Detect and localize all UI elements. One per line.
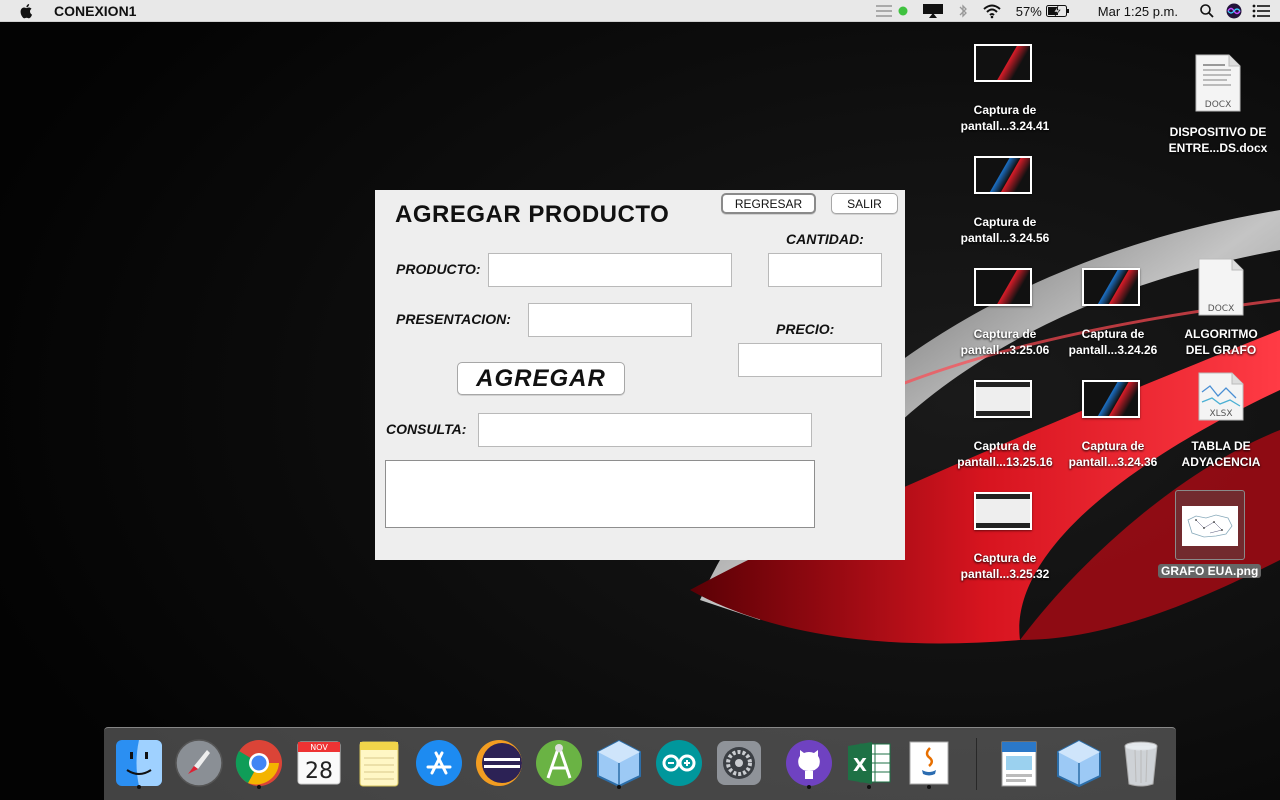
desktop-file-grafo-png[interactable] [1175,490,1245,560]
desktop-file-captura-3[interactable]: Captura de pantall...3.25.06 [951,264,1059,360]
dock: NOV 28 X [104,727,1176,800]
siri-icon[interactable] [1226,3,1242,19]
apple-menu-icon[interactable] [20,3,34,19]
xlsx-tag: XLSX [1209,409,1232,419]
presentacion-input[interactable] [528,303,692,337]
system-preferences-icon[interactable] [712,736,766,790]
precio-label: PRECIO: [776,321,835,337]
docx-tag: DOCX [1208,304,1234,314]
regresar-button[interactable]: REGRESAR [721,193,816,214]
xlsx-spreadsheet-icon: XLSX [1198,372,1244,421]
trash-icon[interactable] [1114,736,1168,790]
consulta-input[interactable] [478,413,812,447]
list-lines-icon[interactable] [875,4,892,18]
desktop-file-captura-5[interactable]: Captura de pantall...13.25.16 [951,376,1059,472]
desktop-file-captura-6[interactable]: Captura de pantall...3.24.36 [1059,376,1167,472]
battery-charging-icon[interactable] [1045,5,1070,17]
cantidad-input[interactable] [768,253,882,287]
png-image-thumbnail-icon [1182,506,1238,546]
resultado-textarea[interactable] [385,460,815,528]
running-indicator [617,785,621,789]
app-name-menu[interactable]: CONEXION1 [54,3,136,19]
preview-document-icon[interactable] [992,736,1046,790]
screenshot-thumbnail-icon [974,44,1032,82]
agregar-button[interactable]: AGREGAR [457,362,625,395]
selected-file-label: GRAFO EUA.png [1158,564,1262,578]
running-indicator [867,785,871,789]
desktop-file-dispositivo-docx[interactable]: DOCX DISPOSITIVO DE ENTRE...DS.docx [1164,54,1272,160]
calendar-month: NOV [310,743,328,752]
producto-label: PRODUCTO: [396,261,481,277]
battery-percent[interactable]: 57% [1016,4,1042,19]
precio-input[interactable] [738,343,882,377]
menubar-clock[interactable]: Mar 1:25 p.m. [1098,4,1178,19]
virtualbox-icon-2[interactable] [1052,736,1106,790]
running-indicator [137,785,141,789]
dock-separator [976,738,977,790]
screenshot-thumbnail-icon [974,268,1032,306]
calendar-day: 28 [305,759,333,784]
finder-icon[interactable] [112,736,166,790]
window-title: AGREGAR PRODUCTO [395,201,670,228]
svg-text:X: X [853,755,867,776]
docx-tag: DOCX [1205,100,1231,110]
notification-center-icon[interactable] [1252,4,1270,18]
screenshot-thumbnail-icon [974,492,1032,530]
cantidad-label: CANTIDAD: [786,231,864,247]
running-indicator [927,785,931,789]
green-status-dot-icon[interactable] [898,6,908,16]
running-indicator [257,785,261,789]
docx-document-icon: DOCX [1198,258,1244,316]
arduino-icon[interactable] [652,736,706,790]
screenshot-thumbnail-icon [974,380,1032,418]
bluetooth-icon[interactable] [958,3,968,19]
github-desktop-icon[interactable] [782,736,836,790]
desktop-file-captura-2[interactable]: Captura de pantall...3.24.56 [951,152,1059,248]
wifi-icon[interactable] [982,3,1002,19]
presentacion-label: PRESENTACION: [396,311,511,327]
producto-input[interactable] [488,253,732,287]
android-studio-icon[interactable] [532,736,586,790]
desktop-file-captura-7[interactable]: Captura de pantall...3.25.32 [951,488,1059,584]
screenshot-thumbnail-icon [1082,380,1140,418]
spotlight-search-icon[interactable] [1200,4,1214,18]
consulta-label: CONSULTA: [386,421,467,437]
desktop-file-tabla-xlsx[interactable]: XLSX TABLA DE ADYACENCIA [1167,372,1275,472]
running-indicator [807,785,811,789]
notes-icon[interactable] [352,736,406,790]
excel-icon[interactable]: X [842,736,896,790]
agregar-producto-window: AGREGAR PRODUCTO REGRESAR SALIR CANTIDAD… [375,190,905,560]
screenshot-thumbnail-icon [974,156,1032,194]
desktop-file-captura-4[interactable]: Captura de pantall...3.24.26 [1059,264,1167,360]
launchpad-icon[interactable] [172,736,226,790]
virtualbox-icon[interactable] [592,736,646,790]
java-icon[interactable] [902,736,956,790]
menu-bar: CONEXION1 57% Mar 1:25 p.m. [0,0,1280,22]
chrome-icon[interactable] [232,736,286,790]
app-store-icon[interactable] [412,736,466,790]
airplay-display-icon[interactable] [922,3,944,19]
docx-document-icon: DOCX [1195,54,1241,112]
salir-button[interactable]: SALIR [831,193,898,214]
eclipse-icon[interactable] [472,736,526,790]
desktop-file-algoritmo-docx[interactable]: DOCX ALGORITMO DEL GRAFO [1167,258,1275,358]
calendar-icon[interactable]: NOV 28 [292,736,346,790]
desktop-file-captura-1[interactable]: Captura de pantall...3.24.41 [951,40,1059,136]
screenshot-thumbnail-icon [1082,268,1140,306]
